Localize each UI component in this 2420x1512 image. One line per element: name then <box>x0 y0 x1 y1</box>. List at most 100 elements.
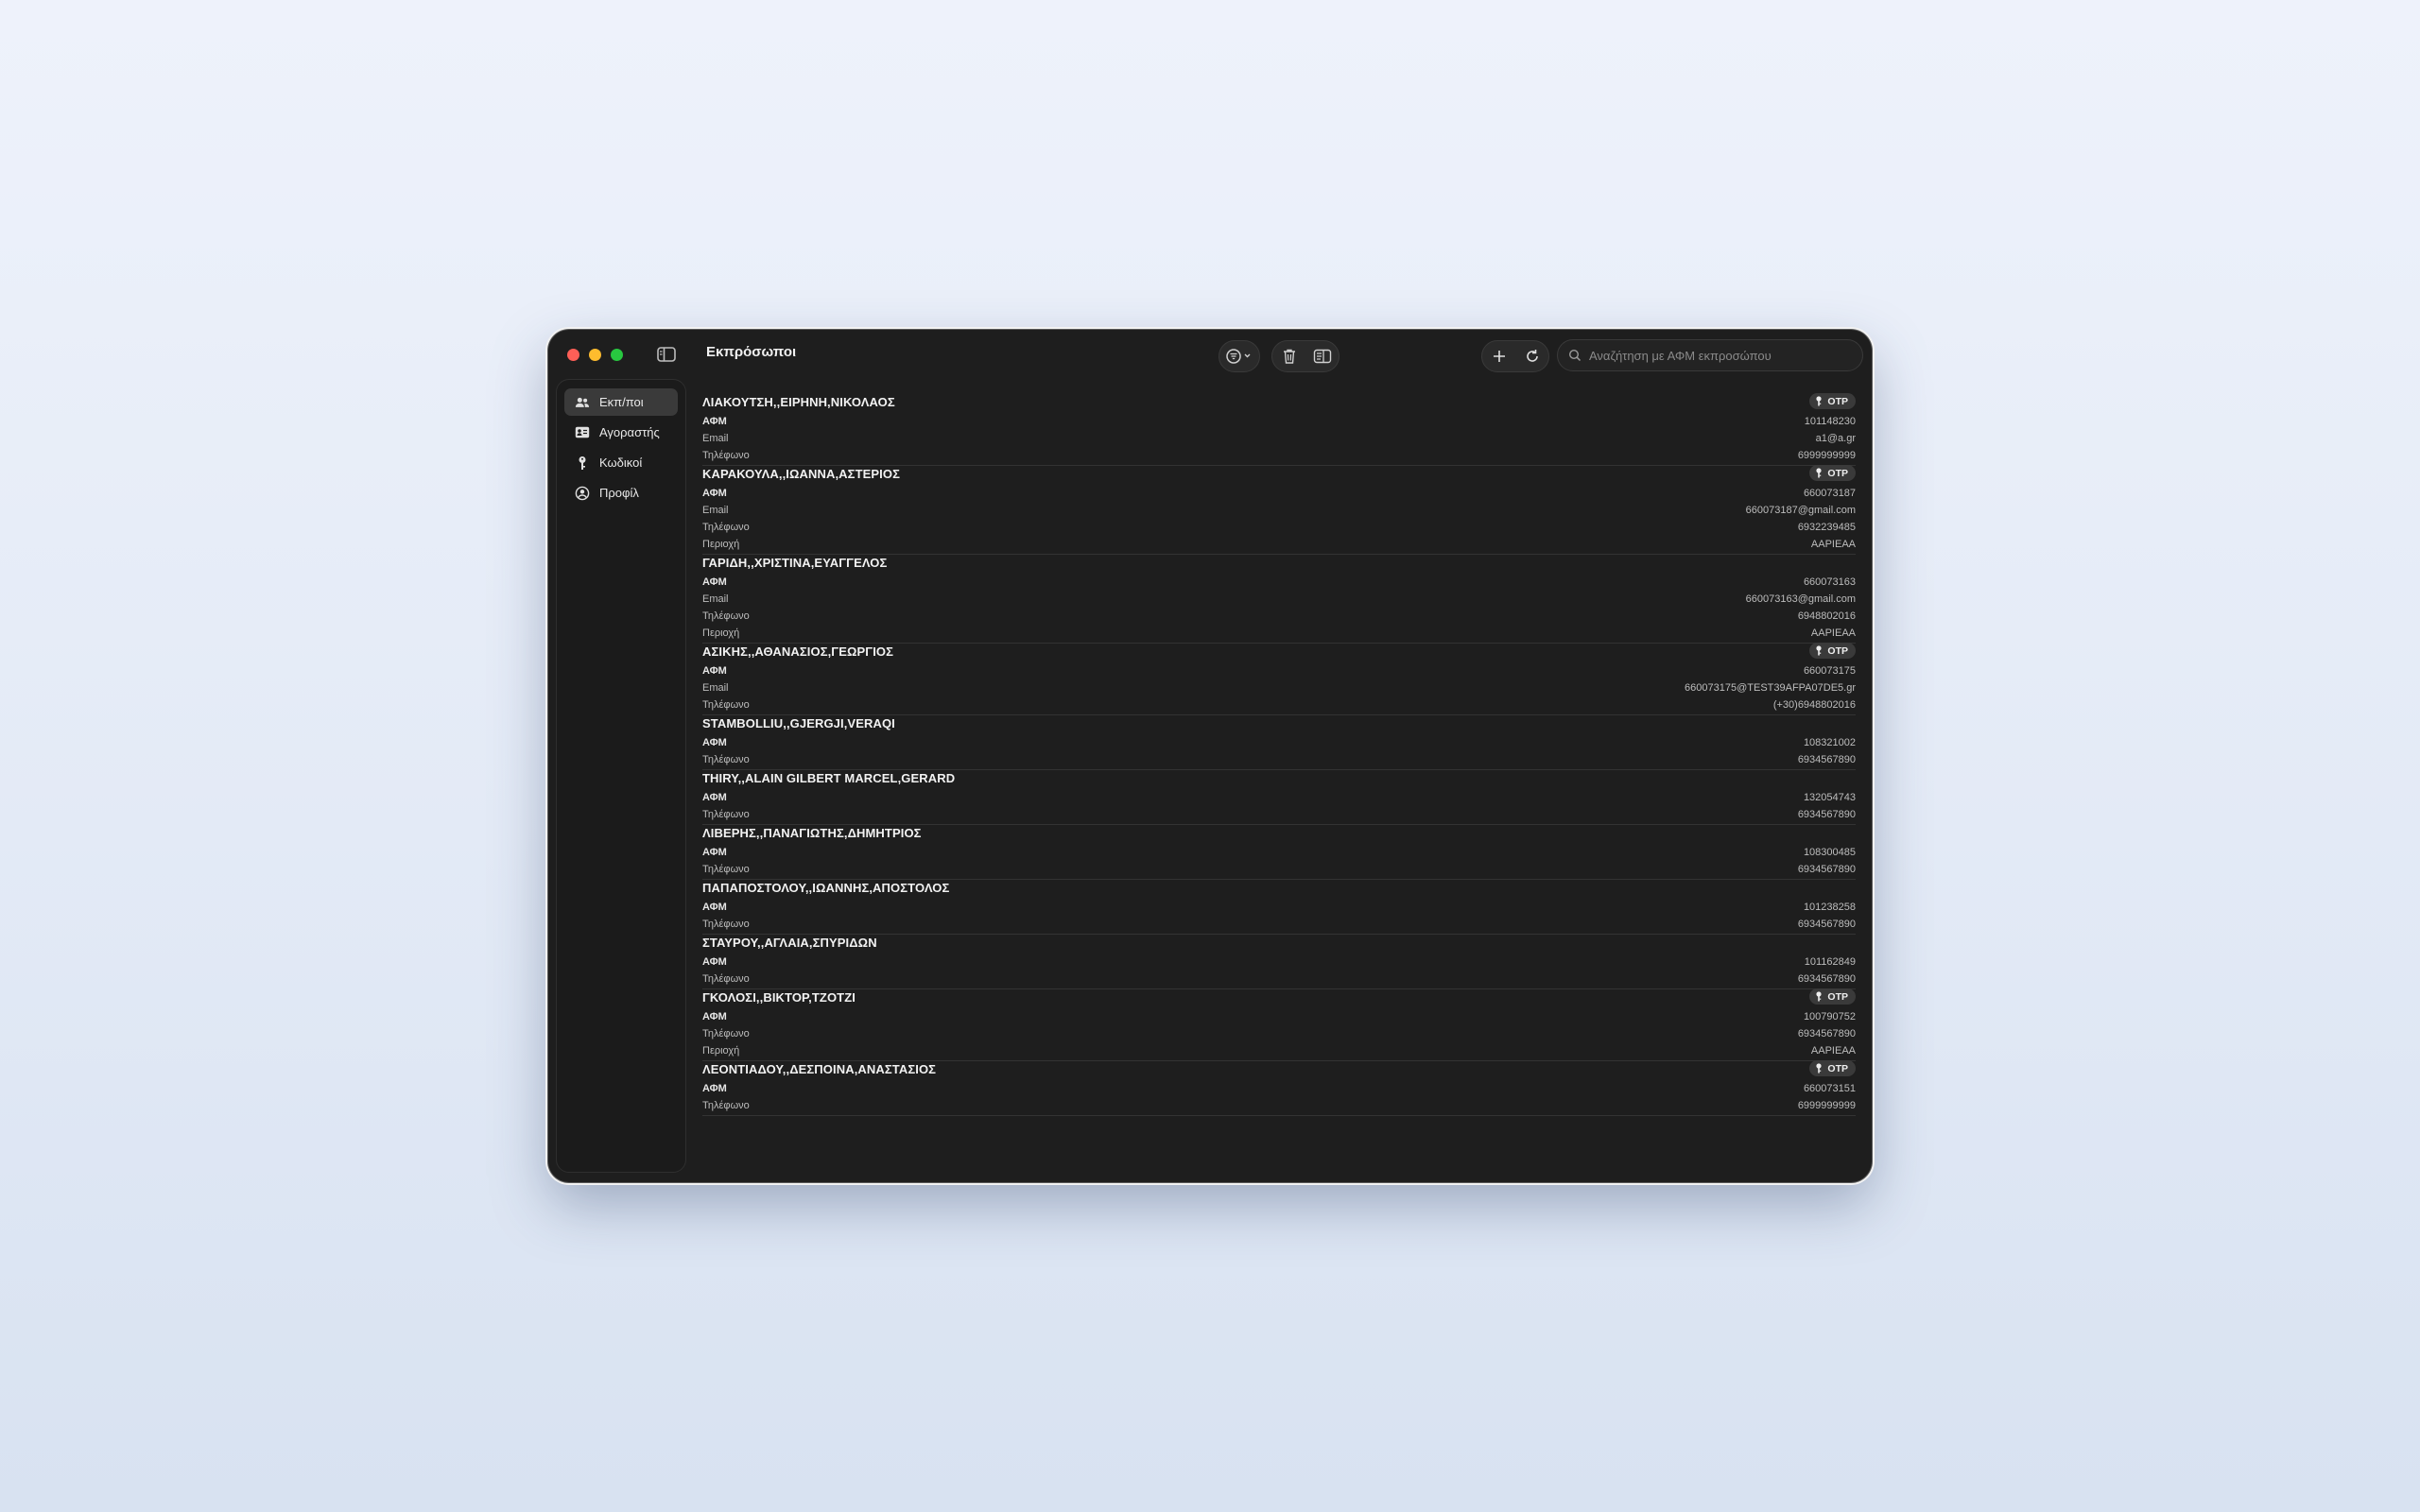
otp-badge-label: OTP <box>1827 1062 1848 1074</box>
zoom-window-button[interactable] <box>611 349 623 361</box>
field-label: Email <box>702 682 729 694</box>
field-label: Email <box>702 593 729 605</box>
phone-field: Τηλέφωνο 6932239485 <box>702 519 1856 536</box>
field-value: AAPIEAA <box>1810 627 1856 639</box>
afm-field: ΑΦΜ 101162849 <box>702 954 1856 971</box>
field-label: Τηλέφωνο <box>702 1100 750 1111</box>
list-item[interactable]: THIRY,,ALAIN GILBERT MARCEL,GERARD ΑΦΜ 132… <box>702 770 1856 825</box>
sidebar-item-representatives[interactable]: Εκπ/ποι <box>564 388 678 416</box>
list-item[interactable]: ΑΣΙΚΗΣ,,ΑΘΑΝΑΣΙΟΣ,ΓΕΩΡΓΙΟΣ OTP ΑΦΜ 66007317… <box>702 643 1856 715</box>
key-icon <box>1815 468 1823 478</box>
filter-menu-button[interactable] <box>1219 340 1260 372</box>
app-window: Εκπρόσωποι Αναζήτηση με ΑΦΜ εκπροσώπου Ε… <box>548 330 1872 1182</box>
close-window-button[interactable] <box>567 349 579 361</box>
sidebar-item-buyer[interactable]: Αγοραστής <box>564 419 678 446</box>
field-label: ΑΦΜ <box>702 956 727 968</box>
afm-field: ΑΦΜ 660073175 <box>702 662 1856 679</box>
field-value: 660073163 <box>1803 576 1856 588</box>
field-value: 100790752 <box>1803 1011 1856 1022</box>
search-input[interactable] <box>1587 347 1846 364</box>
row-header: ΛΙΒΕΡΗΣ,,ΠΑΝΑΓΙΩΤΗΣ,ΔΗΜΗΤΡΙΟΣ <box>702 825 1856 844</box>
row-header: STAMBOLLIU,,GJERGJI,VERAQI <box>702 715 1856 734</box>
list-item[interactable]: ΛΙΒΕΡΗΣ,,ΠΑΝΑΓΙΩΤΗΣ,ΔΗΜΗΤΡΙΟΣ ΑΦΜ 10830048… <box>702 825 1856 880</box>
list-item[interactable]: ΚΑΡΑΚΟΥΛΑ,,ΙΩΑΝΝΑ,ΑΣΤΕΡΙΟΣ OTP ΑΦΜ 66007318… <box>702 465 1856 555</box>
representative-name: ΑΣΙΚΗΣ,,ΑΘΑΝΑΣΙΟΣ,ΓΕΩΡΓΙΟΣ <box>702 644 894 659</box>
field-value: 6932239485 <box>1797 522 1856 533</box>
key-icon <box>1815 1063 1823 1074</box>
field-label: Τηλέφωνο <box>702 522 750 533</box>
refresh-button[interactable] <box>1517 341 1547 371</box>
representative-name: ΓΚΟΛΟΣΙ,,ΒΙΚΤΟΡ,ΤΖΟΤΖΙ <box>702 990 856 1005</box>
trash-button[interactable] <box>1274 341 1305 371</box>
person-circle-icon <box>575 486 590 501</box>
afm-field: ΑΦΜ 108300485 <box>702 844 1856 861</box>
sidebar-item-codes[interactable]: Κωδικοί <box>564 449 678 476</box>
add-button[interactable] <box>1484 341 1514 371</box>
phone-field: Τηλέφωνο 6934567890 <box>702 1025 1856 1042</box>
afm-field: ΑΦΜ 132054743 <box>702 789 1856 806</box>
representative-name: ΠΑΠΑΠΟΣΤΟΛΟΥ,,ΙΩΑΝΝΗΣ,ΑΠΟΣΤΟΛΟΣ <box>702 881 950 895</box>
field-label: ΑΦΜ <box>702 416 727 427</box>
list-item[interactable]: ΛΙΑΚΟΥΤΣΗ,,ΕΙΡΗΝΗ,ΝΙΚΟΛΑΟΣ OTP ΑΦΜ 10114823… <box>702 393 1856 466</box>
field-label: Τηλέφωνο <box>702 1028 750 1040</box>
key-icon <box>1815 991 1823 1002</box>
row-header: ΑΣΙΚΗΣ,,ΑΘΑΝΑΣΙΟΣ,ΓΕΩΡΓΙΟΣ OTP <box>702 643 1856 662</box>
minimize-window-button[interactable] <box>589 349 601 361</box>
phone-field: Τηλέφωνο (+30)6948802016 <box>702 696 1856 713</box>
email-field: Email a1@a.gr <box>702 430 1856 447</box>
list-item[interactable]: ΣΤΑΥΡΟΥ,,ΑΓΛΑΙΑ,ΣΠΥΡΙΔΩΝ ΑΦΜ 101162849 Τηλέ… <box>702 935 1856 989</box>
phone-field: Τηλέφωνο 6934567890 <box>702 806 1856 823</box>
representative-name: ΛΙΒΕΡΗΣ,,ΠΑΝΑΓΙΩΤΗΣ,ΔΗΜΗΤΡΙΟΣ <box>702 826 922 840</box>
field-value: AAPIEAA <box>1810 539 1856 550</box>
field-value: 660073175@TEST39AFPA07DE5.gr <box>1685 682 1856 694</box>
titlebar: Εκπρόσωποι <box>548 330 1872 379</box>
list-item[interactable]: STAMBOLLIU,,GJERGJI,VERAQI ΑΦΜ 108321002 Τη… <box>702 715 1856 770</box>
phone-field: Τηλέφωνο 6934567890 <box>702 971 1856 988</box>
list-item[interactable]: ΓΚΟΛΟΣΙ,,ΒΙΚΤΟΡ,ΤΖΟΤΖΙ OTP ΑΦΜ 100790752 Τηλ… <box>702 988 1856 1061</box>
field-value: AAPIEAA <box>1810 1045 1856 1057</box>
representative-name: ΣΤΑΥΡΟΥ,,ΑΓΛΑΙΑ,ΣΠΥΡΙΔΩΝ <box>702 936 877 950</box>
field-value: 6934567890 <box>1797 1028 1856 1040</box>
field-label: Περιοχή <box>702 1045 740 1057</box>
field-label: ΑΦΜ <box>702 737 727 748</box>
trash-icon <box>1283 349 1295 364</box>
field-label: Τηλέφωνο <box>702 610 750 622</box>
field-value: 101238258 <box>1803 902 1856 913</box>
list-item[interactable]: ΠΑΠΑΠΟΣΤΟΛΟΥ,,ΙΩΑΝΝΗΣ,ΑΠΟΣΤΟΛΟΣ ΑΦΜ 101238… <box>702 880 1856 935</box>
row-header: ΛΙΑΚΟΥΤΣΗ,,ΕΙΡΗΝΗ,ΝΙΚΟΛΑΟΣ OTP <box>702 393 1856 413</box>
edit-toolbar-group <box>1271 340 1340 372</box>
field-value: 6934567890 <box>1797 864 1856 875</box>
search-icon <box>1568 349 1582 362</box>
field-label: ΑΦΜ <box>702 488 727 499</box>
field-value: 660073151 <box>1803 1083 1856 1094</box>
sidebar-toggle-icon[interactable] <box>656 345 677 364</box>
field-label: ΑΦΜ <box>702 792 727 803</box>
otp-badge: OTP <box>1809 1060 1856 1076</box>
sidebar: Εκπ/ποι Αγοραστής Κωδικοί Προφίλ <box>556 379 686 1173</box>
list-item[interactable]: ΓΑΡΙΔΗ,,ΧΡΙΣΤΙΝΑ,ΕΥΑΓΓΕΛΟΣ ΑΦΜ 660073163 Em… <box>702 555 1856 644</box>
afm-field: ΑΦΜ 100790752 <box>702 1008 1856 1025</box>
otp-badge-label: OTP <box>1827 395 1848 407</box>
afm-field: ΑΦΜ 660073163 <box>702 574 1856 591</box>
representative-name: ΓΑΡΙΔΗ,,ΧΡΙΣΤΙΝΑ,ΕΥΑΓΓΕΛΟΣ <box>702 556 888 570</box>
field-value: 6934567890 <box>1797 919 1856 930</box>
field-value: 108321002 <box>1803 737 1856 748</box>
sidebar-item-label: Εκπ/ποι <box>599 395 644 409</box>
row-header: ΓΑΡΙΔΗ,,ΧΡΙΣΤΙΝΑ,ΕΥΑΓΓΕΛΟΣ <box>702 555 1856 574</box>
field-value: 660073163@gmail.com <box>1745 593 1856 605</box>
plus-icon <box>1493 351 1505 362</box>
search-field[interactable] <box>1557 339 1863 371</box>
row-header: THIRY,,ALAIN GILBERT MARCEL,GERARD <box>702 770 1856 789</box>
field-label: ΑΦΜ <box>702 1011 727 1022</box>
field-label: Τηλέφωνο <box>702 754 750 765</box>
email-field: Email 660073163@gmail.com <box>702 591 1856 608</box>
field-value: 132054743 <box>1803 792 1856 803</box>
list-item[interactable]: ΛΕΟΝΤΙΑΔΟΥ,,ΔΕΣΠΟΙΝΑ,ΑΝΑΣΤΑΣΙΟΣ OTP ΑΦΜ 660… <box>702 1060 1856 1116</box>
region-field: Περιοχή AAPIEAA <box>702 625 1856 642</box>
details-button[interactable] <box>1307 341 1338 371</box>
field-value: 660073187@gmail.com <box>1745 505 1856 516</box>
sidebar-item-profile[interactable]: Προφίλ <box>564 479 678 507</box>
field-label: Περιοχή <box>702 627 740 639</box>
phone-field: Τηλέφωνο 6934567890 <box>702 861 1856 878</box>
field-value: 660073187 <box>1803 488 1856 499</box>
